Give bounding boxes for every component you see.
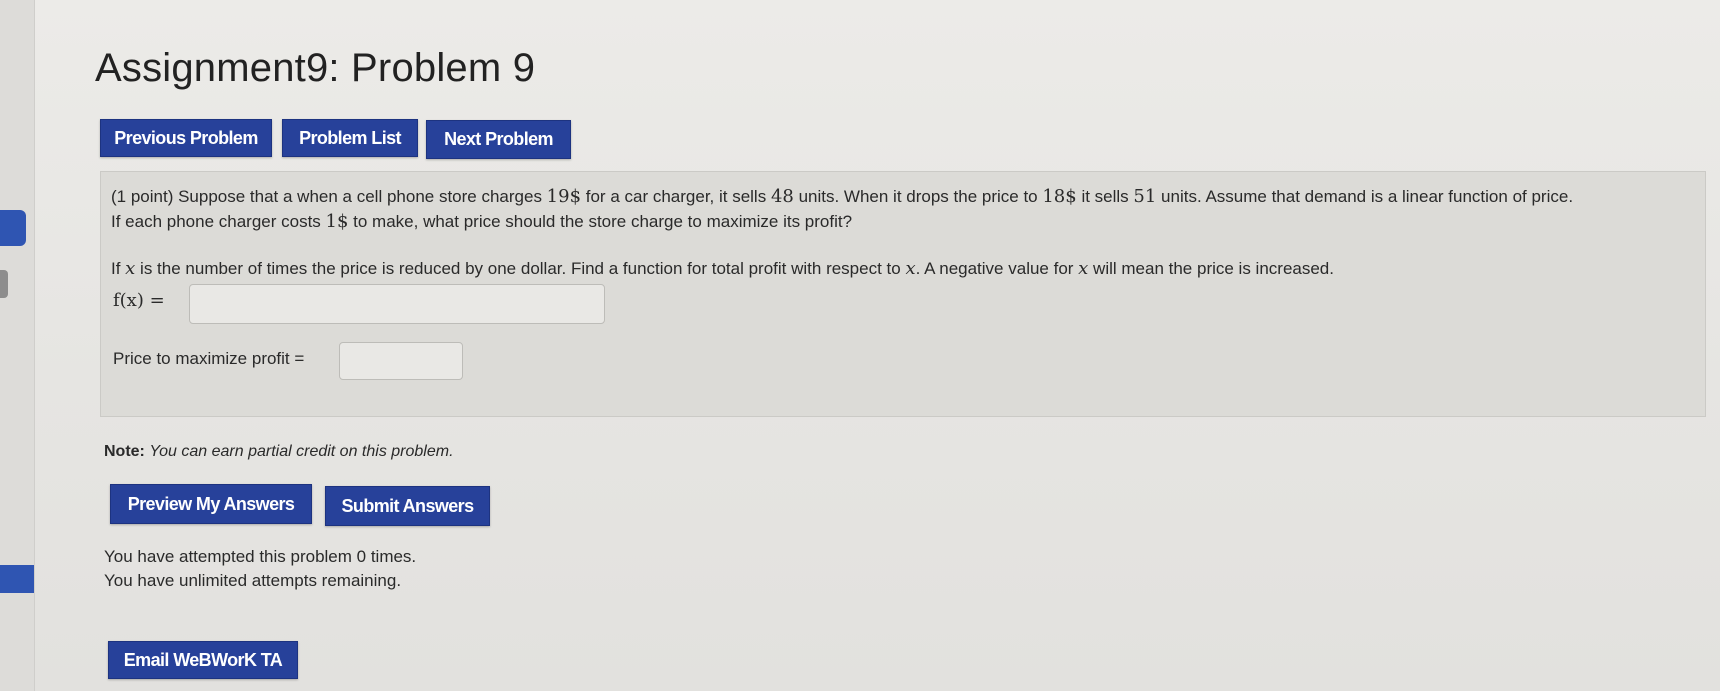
attempts-count: You have attempted this problem 0 times. (104, 547, 417, 566)
problem-box: (1 point) Suppose that a when a cell pho… (100, 171, 1706, 417)
units-high: 48 (770, 186, 794, 207)
units-low: 51 (1133, 186, 1157, 207)
attempts-remaining: You have unlimited attempts remaining. (104, 571, 402, 590)
fx-label: f(x) = (113, 290, 165, 311)
side-panel-handle[interactable] (0, 270, 8, 298)
unit-cost: 1$ (325, 211, 349, 232)
page-title: Assignment9: Problem 9 (95, 46, 536, 90)
preview-answers-button[interactable]: Preview My Answers (110, 484, 312, 524)
side-panel-tab[interactable] (0, 210, 26, 246)
price-low: 18$ (1042, 186, 1077, 207)
previous-problem-button[interactable]: Previous Problem (100, 119, 272, 157)
next-problem-button[interactable]: Next Problem (426, 120, 571, 159)
fx-answer-field[interactable] (189, 284, 605, 324)
question-text: If x is the number of times the price is… (111, 258, 1334, 279)
note-text: You can earn partial credit on this prob… (149, 443, 454, 460)
email-ta-button[interactable]: Email WeBWorK TA (108, 641, 298, 679)
attempts-info: You have attempted this problem 0 times.… (104, 545, 416, 593)
side-panel-tab-bottom[interactable] (0, 565, 34, 593)
price-answer-field[interactable] (339, 342, 463, 380)
price-high: 19$ (546, 186, 582, 207)
note-label: Note: (104, 443, 145, 460)
price-label: Price to maximize profit = (113, 349, 305, 368)
problem-list-button[interactable]: Problem List (282, 119, 418, 157)
submit-answers-button[interactable]: Submit Answers (325, 486, 490, 526)
partial-credit-note: Note: You can earn partial credit on thi… (104, 443, 454, 461)
problem-statement: (1 point) Suppose that a when a cell pho… (111, 186, 1574, 232)
